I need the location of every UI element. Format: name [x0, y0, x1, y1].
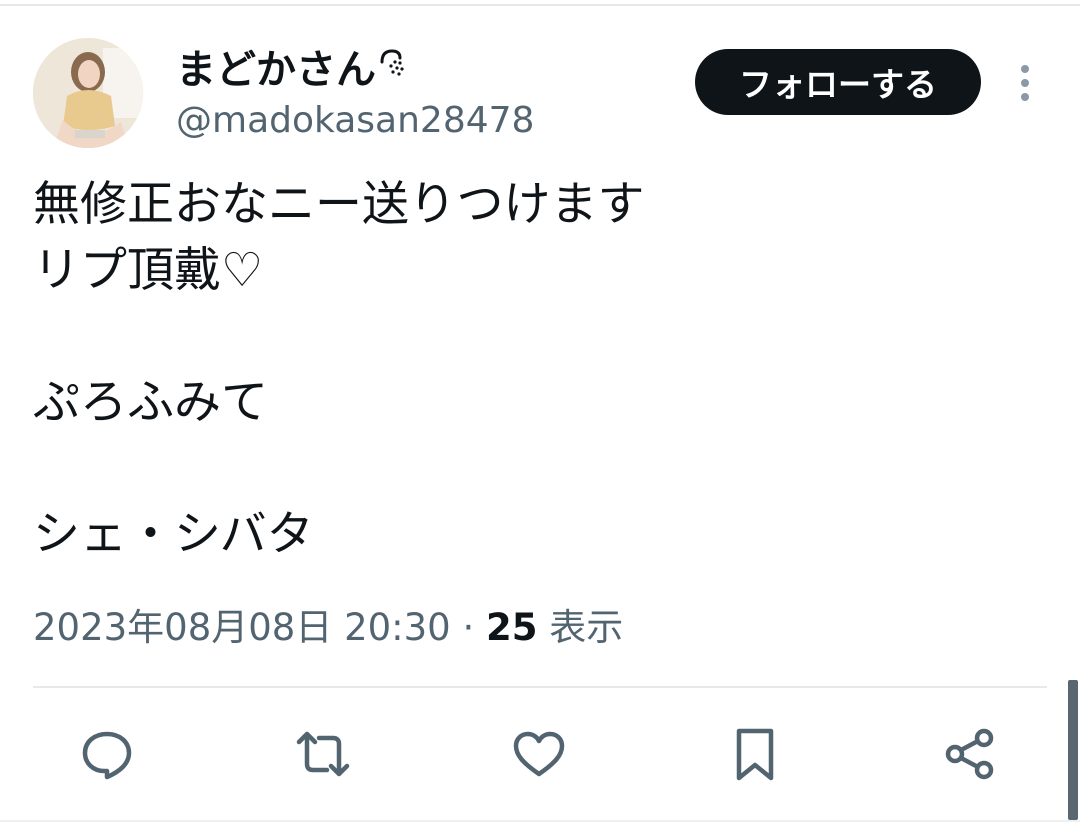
- like-button[interactable]: [507, 722, 571, 786]
- like-icon: [513, 731, 565, 777]
- repost-icon: [296, 731, 350, 777]
- display-name-text: まどかさん: [176, 47, 376, 93]
- profile-photo: [33, 38, 143, 148]
- tweet-line: シェ・シバタ: [33, 507, 314, 562]
- tweet-line: リプ頂戴♡: [33, 243, 264, 298]
- repost-button[interactable]: [291, 722, 355, 786]
- tweet-text: 無修正おなニー送りつけます リプ頂戴♡ ぷろふみて シェ・シバタ: [33, 172, 1043, 568]
- user-handle[interactable]: @madokasan28478: [176, 98, 534, 144]
- reply-icon: [82, 731, 132, 780]
- avatar[interactable]: [33, 38, 143, 148]
- display-name[interactable]: まどかさん: [176, 44, 404, 96]
- top-divider: [0, 4, 1080, 6]
- shower-emoji-icon: [380, 49, 404, 76]
- bookmark-button[interactable]: [723, 722, 787, 786]
- meta-separator: ·: [462, 606, 475, 649]
- timestamp[interactable]: 2023年08月08日 20:30: [33, 606, 451, 649]
- views-label: 表示: [549, 606, 624, 649]
- tweet-line: [33, 304, 1043, 370]
- tweet-meta: 2023年08月08日 20:30 · 25 表示: [33, 604, 623, 652]
- more-vertical-icon: [1021, 65, 1029, 101]
- tweet-line: [33, 436, 1043, 502]
- reply-button[interactable]: [75, 722, 139, 786]
- views-count[interactable]: 25: [486, 606, 538, 649]
- more-options-button[interactable]: [1003, 58, 1047, 108]
- share-button[interactable]: [938, 722, 1002, 786]
- share-icon: [945, 728, 994, 780]
- scrollbar[interactable]: [1068, 680, 1078, 820]
- bottom-divider: [0, 820, 1080, 822]
- bookmark-icon: [736, 728, 774, 781]
- tweet-line: 無修正おなニー送りつけます: [33, 177, 645, 232]
- tweet-line: ぷろふみて: [33, 375, 268, 430]
- action-bar: [0, 722, 1080, 786]
- follow-button[interactable]: フォローする: [695, 49, 981, 115]
- action-divider: [33, 686, 1047, 688]
